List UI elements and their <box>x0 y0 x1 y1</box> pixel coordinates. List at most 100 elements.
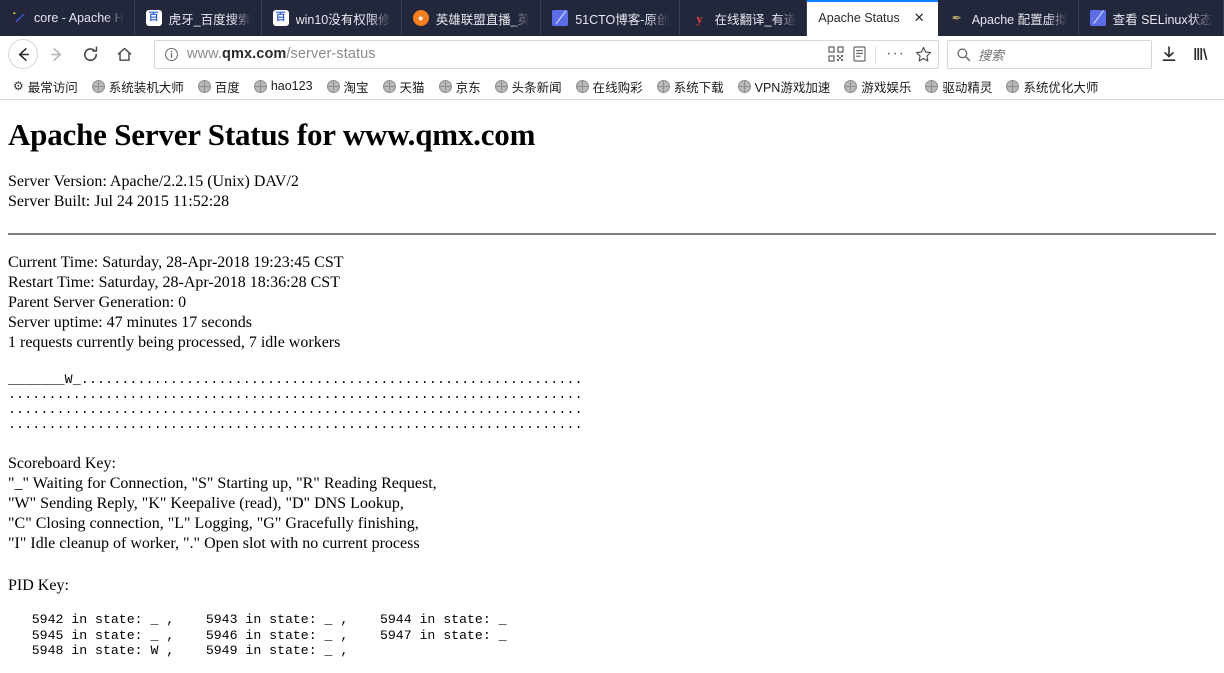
pid-list: 5942 in state: _ , 5943 in state: _ , 59… <box>8 612 1216 659</box>
workers-line: 1 requests currently being processed, 7 … <box>8 334 341 351</box>
browser-tab-1[interactable]: 百 虎牙_百度搜索 <box>135 0 262 36</box>
address-bar-url: www.qmx.com/server-status <box>187 46 376 62</box>
back-button[interactable] <box>8 39 38 69</box>
search-input-placeholder: 搜索 <box>978 47 1005 63</box>
parent-generation-line: Parent Server Generation: 0 <box>8 294 187 311</box>
bookmark-item-6[interactable]: 京东 <box>432 77 488 96</box>
bookmark-item-most-visited[interactable]: ⚙ 最常访问 <box>6 77 85 96</box>
bookmark-label: 系统优化大师 <box>1023 80 1099 95</box>
close-icon[interactable]: ✕ <box>911 10 928 27</box>
bookmark-label: 百度 <box>214 80 240 95</box>
browser-tab-8[interactable]: ╱ 查看 SELinux状态 <box>1079 0 1224 36</box>
globe-icon <box>197 79 211 93</box>
search-bar[interactable]: 搜索 <box>947 39 1152 69</box>
server-built-line: Server Built: Jul 24 2015 11:52:28 <box>8 193 230 210</box>
bookmark-item-5[interactable]: 天猫 <box>376 77 432 96</box>
baidu-icon: 百 <box>272 10 289 26</box>
reader-view-icon[interactable] <box>852 46 867 62</box>
bookmark-label: 最常访问 <box>27 80 78 95</box>
browser-tab-7-label: Apache 配置虚拟 <box>971 12 1068 27</box>
browser-tab-2-label: win10没有权限修 <box>295 12 391 27</box>
bookmark-label: 系统下载 <box>673 80 724 95</box>
scoreboard-key-line-2: "C" Closing connection, "L" Logging, "G"… <box>8 515 419 532</box>
bookmark-item-7[interactable]: 头条新闻 <box>488 77 569 96</box>
huya-icon: ● <box>412 10 429 26</box>
bookmark-item-4[interactable]: 淘宝 <box>320 77 376 96</box>
pid-key-block: PID Key: 5942 in state: _ , 5943 in stat… <box>8 576 1216 659</box>
current-time-line: Current Time: Saturday, 28-Apr-2018 19:2… <box>8 254 344 271</box>
server-info-block: Server Version: Apache/2.2.15 (Unix) DAV… <box>8 172 1216 212</box>
reload-button[interactable] <box>74 39 106 69</box>
bookmark-item-9[interactable]: 系统下载 <box>650 77 731 96</box>
51cto-icon: ╱ <box>1089 10 1106 26</box>
globe-icon <box>844 79 858 93</box>
bookmark-item-12[interactable]: 驱动精灵 <box>918 77 999 96</box>
bookmark-item-3[interactable]: hao123 <box>247 79 320 93</box>
globe-icon <box>925 79 939 93</box>
pid-line-1: 5945 in state: _ , 5946 in state: _ , 59… <box>8 627 507 643</box>
globe-icon <box>494 79 508 93</box>
page-title: Apache Server Status for www.qmx.com <box>8 117 536 152</box>
site-info-icon[interactable] <box>164 47 179 62</box>
browser-tab-4[interactable]: ╱ 51CTO博客-原创 <box>541 0 681 36</box>
page-actions-icon[interactable]: ··· <box>884 45 907 63</box>
bookmark-label: hao123 <box>270 79 313 93</box>
server-uptime-line: Server uptime: 47 minutes 17 seconds <box>8 314 252 331</box>
gear-icon: ⚙ <box>13 79 24 93</box>
downloads-button[interactable] <box>1154 39 1184 69</box>
scoreboard-key-line-1: "W" Sending Reply, "K" Keepalive (read),… <box>8 495 404 512</box>
browser-tab-6-label: Apache Status <box>818 11 900 25</box>
pid-line-2: 5948 in state: W , 5949 in state: _ , <box>8 643 349 658</box>
globe-icon <box>253 79 267 93</box>
bookmarks-toolbar: ⚙ 最常访问 系统装机大师 百度 hao123 淘宝 天猫 京东 头条新闻 在线… <box>0 73 1224 100</box>
pid-key-heading: PID Key: <box>8 577 69 594</box>
bookmark-label: 京东 <box>455 80 481 95</box>
browser-tab-0[interactable]: core - Apache H <box>0 0 135 36</box>
bookmark-item-8[interactable]: 在线购彩 <box>569 77 650 96</box>
bookmark-item-2[interactable]: 百度 <box>191 77 247 96</box>
bookmark-label: 系统装机大师 <box>108 80 184 95</box>
bookmark-item-1[interactable]: 系统装机大师 <box>85 77 191 96</box>
bookmark-item-10[interactable]: VPN游戏加速 <box>731 77 838 96</box>
browser-tab-apache-status[interactable]: Apache Status ✕ <box>807 0 938 36</box>
globe-icon <box>737 79 751 93</box>
restart-time-line: Restart Time: Saturday, 28-Apr-2018 18:3… <box>8 274 340 291</box>
home-button[interactable] <box>108 39 140 69</box>
browser-tab-2[interactable]: 百 win10没有权限修 <box>262 0 402 36</box>
scoreboard-key-line-3: "I" Idle cleanup of worker, "." Open slo… <box>8 535 420 552</box>
divider-top <box>8 233 1216 235</box>
globe-icon <box>91 79 105 93</box>
scoreboard-key-block: Scoreboard Key: "_" Waiting for Connecti… <box>8 454 1216 554</box>
browser-tab-4-label: 51CTO博客-原创 <box>575 12 670 27</box>
youdao-icon: y <box>696 10 703 26</box>
browser-tab-5-label: 在线翻译_有道 <box>714 12 797 27</box>
library-button[interactable] <box>1186 39 1216 69</box>
globe-icon <box>1006 79 1020 93</box>
apache-server-status-page: Apache Server Status for www.qmx.com Ser… <box>0 100 1224 673</box>
51cto-icon: ╱ <box>552 10 569 26</box>
address-bar[interactable]: www.qmx.com/server-status ··· <box>154 39 939 69</box>
baidu-icon: 百 <box>145 10 162 26</box>
bookmark-item-13[interactable]: 系统优化大师 <box>999 77 1105 96</box>
bookmark-item-11[interactable]: 游戏娱乐 <box>837 77 918 96</box>
globe-icon <box>656 79 670 93</box>
qr-code-icon[interactable] <box>828 46 844 62</box>
bookmark-label: 驱动精灵 <box>942 80 993 95</box>
server-version-line: Server Version: Apache/2.2.15 (Unix) DAV… <box>8 173 299 190</box>
browser-tab-5[interactable]: y 在线翻译_有道 <box>680 0 808 36</box>
globe-icon <box>438 79 452 93</box>
scoreboard: _______W_...............................… <box>8 372 583 432</box>
forward-button[interactable] <box>40 39 72 69</box>
bookmark-star-icon[interactable] <box>915 46 932 63</box>
browser-tab-3[interactable]: ● 英雄联盟直播_英 <box>402 0 542 36</box>
navigation-toolbar: www.qmx.com/server-status ··· 搜索 <box>0 36 1224 73</box>
bookmark-label: 淘宝 <box>343 80 369 95</box>
scoreboard-key-line-0: "_" Waiting for Connection, "S" Starting… <box>8 475 437 492</box>
globe-icon <box>326 79 340 93</box>
browser-tab-strip: core - Apache H 百 虎牙_百度搜索 百 win10没有权限修 ●… <box>0 0 1224 36</box>
globe-icon <box>575 79 589 93</box>
globe-icon <box>382 79 396 93</box>
browser-tab-7[interactable]: ✒ Apache 配置虚拟 <box>938 0 1079 36</box>
scoreboard-key-heading: Scoreboard Key: <box>8 455 116 472</box>
bookmark-label: 天猫 <box>399 80 425 95</box>
